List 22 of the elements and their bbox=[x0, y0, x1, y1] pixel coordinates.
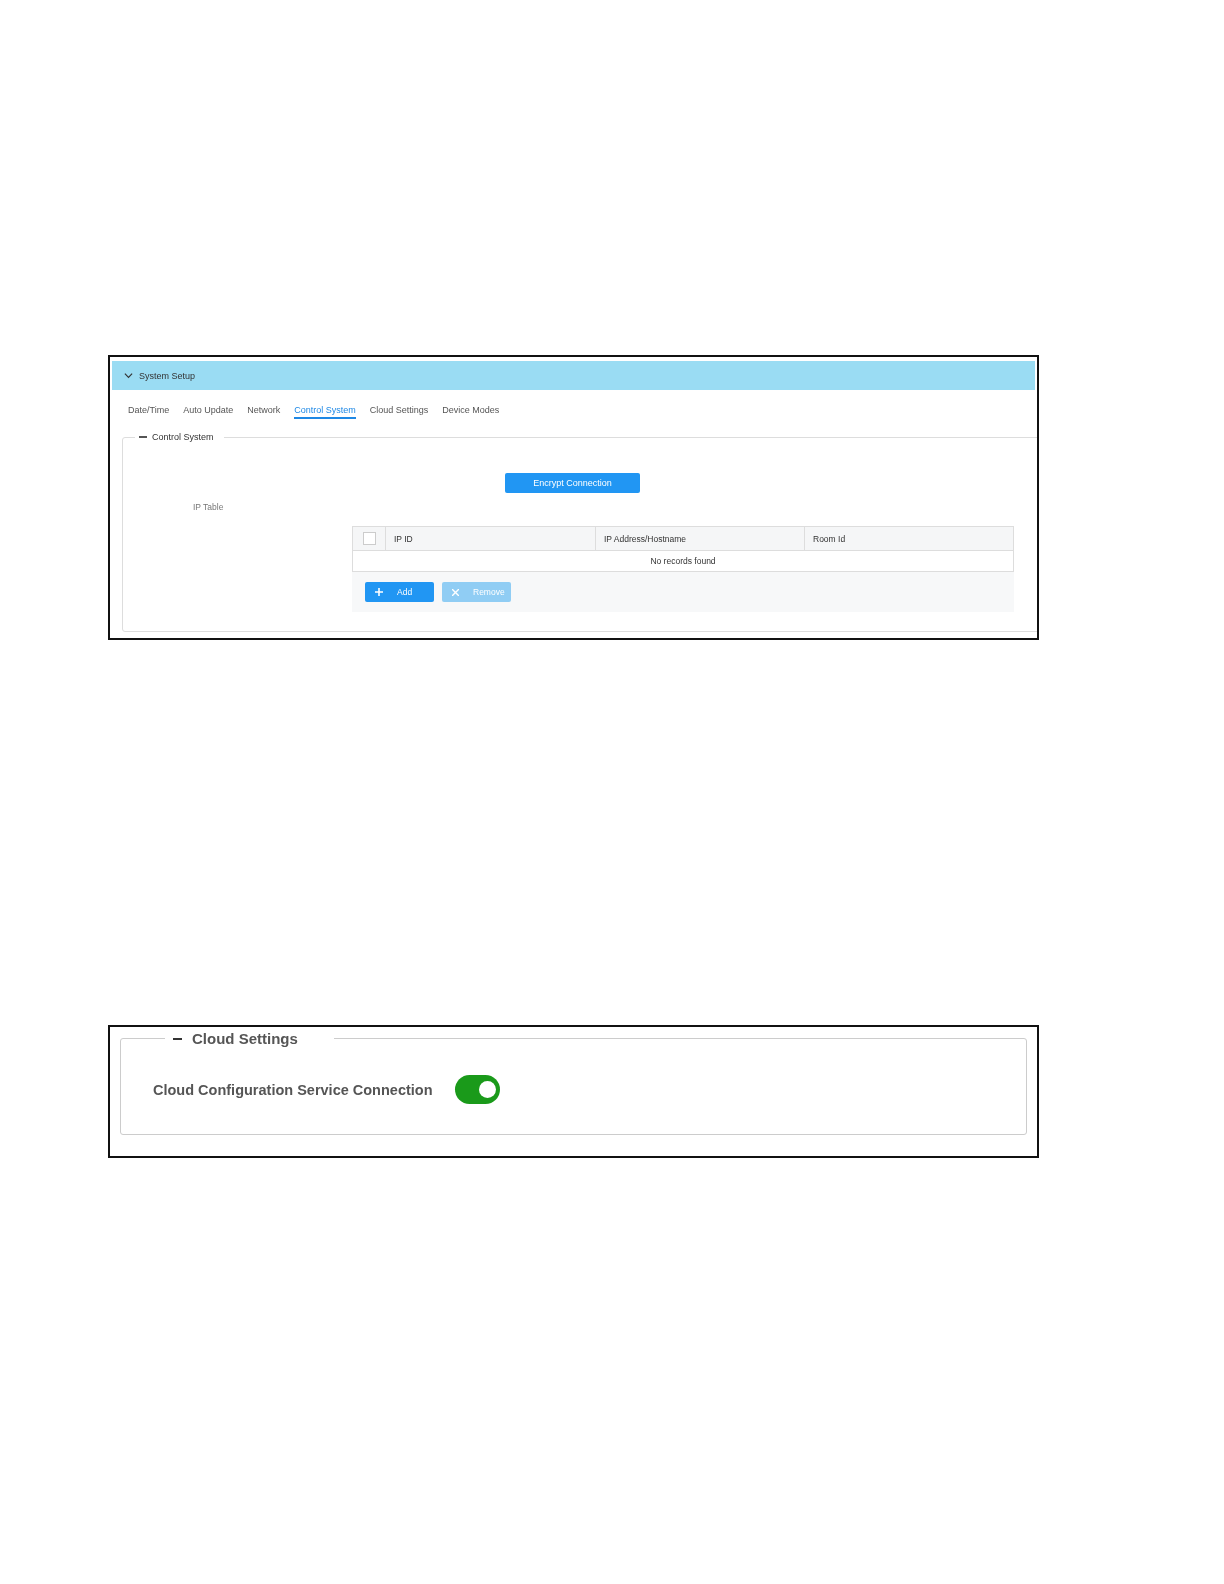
tab[interactable]: Cloud Settings bbox=[369, 404, 429, 419]
select-all-checkbox[interactable] bbox=[362, 532, 376, 545]
ip-table-label: IP Table bbox=[193, 502, 225, 512]
column-header: Room Id bbox=[804, 527, 1013, 550]
tab[interactable]: Network bbox=[247, 404, 281, 419]
plus-icon bbox=[375, 588, 383, 596]
tab[interactable]: Auto Update bbox=[183, 404, 234, 419]
column-header: IP ID bbox=[385, 527, 595, 550]
collapse-icon[interactable] bbox=[173, 1037, 182, 1040]
tab[interactable]: Control System bbox=[294, 404, 356, 419]
empty-message: No records found bbox=[649, 555, 717, 568]
column-header: IP Address/Hostname bbox=[595, 527, 804, 550]
setting-label: Cloud Configuration Service Connection bbox=[153, 1081, 433, 1098]
tab[interactable]: Date/Time bbox=[128, 404, 170, 419]
close-icon bbox=[452, 588, 459, 596]
panel-title: Control System bbox=[152, 432, 214, 442]
tab[interactable]: Device Modes bbox=[442, 404, 500, 419]
toggle-switch[interactable] bbox=[454, 1075, 500, 1104]
chevron-icon bbox=[124, 371, 133, 380]
panel-title: Cloud Settings bbox=[192, 1030, 298, 1047]
section-header[interactable]: System Setup bbox=[112, 361, 1035, 390]
section-title: System Setup bbox=[139, 370, 196, 381]
